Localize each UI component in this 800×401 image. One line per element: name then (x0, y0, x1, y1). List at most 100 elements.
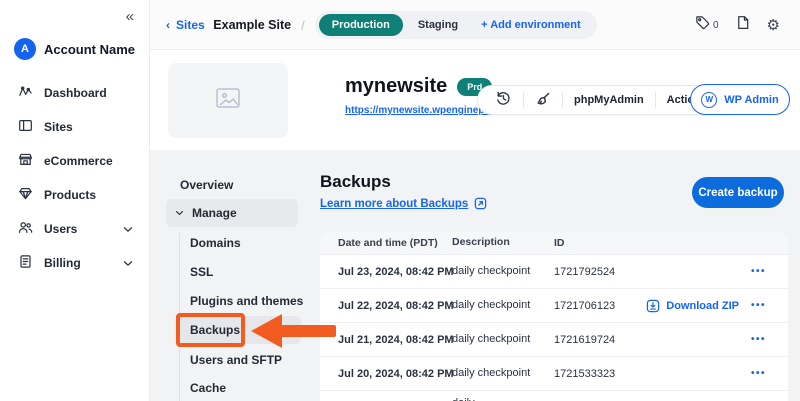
site-title: mynewsite (345, 75, 447, 98)
backup-date: Jul 21, 2024, 08:42 PM (320, 334, 452, 346)
account-name: Account Name (44, 42, 135, 57)
subnav-item-users-sftp[interactable]: Users and SFTP (190, 353, 282, 367)
notes-button[interactable] (736, 15, 750, 35)
more-menu-icon[interactable]: ••• (751, 334, 766, 345)
env-tab-staging[interactable]: Staging (405, 14, 471, 36)
history-restore-icon (495, 90, 512, 110)
topbar: ‹ Sites Example Site / Production Stagin… (150, 0, 800, 50)
environment-switcher: Production Staging + Add environment (315, 11, 597, 39)
table-row: Jul 21, 2024, 08:42 PM daily checkpoint … (320, 323, 788, 357)
backup-description: daily (452, 397, 554, 401)
backup-id: 1721792524 (554, 266, 751, 278)
page-title: Backups (320, 172, 391, 192)
sidebar-item-label: eCommerce (44, 154, 113, 168)
learn-more-label: Learn more about Backups (320, 198, 468, 210)
learn-more-link[interactable]: Learn more about Backups (320, 197, 487, 210)
sidebar-item-label: Billing (44, 256, 81, 270)
site-header: mynewsite Prd https://mynewsite.wpengine… (150, 50, 800, 150)
main-content: Overview Manage Domains SSL Plugins and … (150, 150, 800, 401)
subnav-item-manage[interactable]: Manage (166, 199, 298, 227)
breadcrumb-separator: / (301, 18, 305, 33)
wp-admin-label: WP Admin (724, 94, 778, 106)
table-header: Date and time (PDT) Description ID (320, 232, 788, 255)
subnav-item-overview[interactable]: Overview (180, 178, 233, 192)
phpmyadmin-label: phpMyAdmin (574, 94, 644, 106)
sites-icon (18, 118, 33, 136)
backup-id: 1721533323 (554, 368, 751, 380)
clear-cache-button[interactable] (524, 86, 562, 114)
subnav-item-cache[interactable]: Cache (190, 381, 226, 395)
subnav-item-plugins-themes[interactable]: Plugins and themes (190, 294, 303, 308)
external-link-icon (474, 197, 487, 210)
sidebar-nav: Dashboard Sites eCommerce Products Users (0, 76, 149, 280)
billing-icon (18, 254, 33, 272)
chevron-down-icon (123, 260, 133, 267)
settings-button[interactable]: ⚙ (767, 18, 780, 33)
column-header-date: Date and time (PDT) (320, 237, 452, 249)
wpengine-portal-screen: « A Account Name Dashboard Sites eCommer… (0, 0, 800, 401)
wordpress-logo-icon: W (701, 92, 717, 108)
table-row: Jul 20, 2024, 08:42 PM daily checkpoint … (320, 357, 788, 391)
sidebar-item-ecommerce[interactable]: eCommerce (0, 144, 149, 178)
subnav-item-domains[interactable]: Domains (190, 236, 241, 250)
sidebar-item-products[interactable]: Products (0, 178, 149, 212)
breadcrumb-site-name: Example Site (213, 18, 291, 32)
account-switcher[interactable]: A Account Name (14, 38, 135, 60)
backup-description: daily checkpoint (452, 299, 554, 313)
sidebar-item-billing[interactable]: Billing (0, 246, 149, 280)
sidebar-item-users[interactable]: Users (0, 212, 149, 246)
table-row-partial: daily (320, 391, 788, 401)
backup-date: Jul 23, 2024, 08:42 PM (320, 266, 452, 278)
sidebar-item-label: Sites (44, 120, 73, 134)
backup-description: daily checkpoint (452, 333, 554, 347)
tags-button[interactable]: 0 (695, 15, 719, 35)
chevron-down-icon (123, 226, 133, 233)
add-environment-button[interactable]: + Add environment (473, 14, 593, 36)
more-menu-icon[interactable]: ••• (751, 368, 766, 379)
more-menu-icon[interactable]: ••• (751, 266, 766, 277)
backup-description: daily checkpoint (452, 265, 554, 279)
gem-icon (18, 186, 33, 204)
broom-icon (535, 91, 551, 110)
dashboard-icon (18, 84, 33, 102)
chevron-down-icon (175, 210, 184, 216)
tag-count: 0 (713, 20, 719, 31)
site-thumbnail-placeholder (168, 63, 288, 138)
sidebar-item-label: Users (44, 222, 77, 236)
table-row: Jul 22, 2024, 08:42 PM daily checkpoint … (320, 289, 788, 323)
sidebar-collapse-icon[interactable]: « (126, 8, 135, 25)
column-header-id: ID (554, 237, 788, 249)
column-header-description: Description (452, 236, 554, 249)
subnav-item-backups[interactable]: Backups (190, 323, 240, 337)
backup-restore-button[interactable] (484, 86, 523, 114)
phpmyadmin-button[interactable]: phpMyAdmin (563, 86, 655, 114)
backup-description: daily checkpoint (452, 367, 554, 381)
sidebar: « A Account Name Dashboard Sites eCommer… (0, 0, 150, 401)
subnav-item-ssl[interactable]: SSL (190, 265, 213, 279)
image-placeholder-icon (215, 87, 241, 114)
download-zip-label: Download ZIP (666, 300, 739, 312)
backup-date: Jul 20, 2024, 08:42 PM (320, 368, 452, 380)
subnav-item-label: Manage (192, 206, 237, 220)
users-icon (18, 220, 33, 238)
backup-id: 1721706123 (554, 300, 646, 312)
backup-id: 1721619724 (554, 334, 751, 346)
account-avatar: A (14, 38, 36, 60)
document-icon (736, 15, 750, 35)
download-zip-button[interactable]: Download ZIP (646, 299, 739, 313)
create-backup-button[interactable]: Create backup (692, 177, 784, 208)
breadcrumb: Example Site / Production Staging + Add … (150, 0, 660, 50)
gear-icon: ⚙ (767, 18, 780, 33)
download-icon (646, 299, 660, 313)
more-menu-icon[interactable]: ••• (751, 300, 766, 311)
env-tab-production[interactable]: Production (319, 14, 403, 36)
storefront-icon (18, 152, 33, 170)
backups-table: Date and time (PDT) Description ID Jul 2… (320, 232, 788, 401)
sidebar-item-dashboard[interactable]: Dashboard (0, 76, 149, 110)
sidebar-item-label: Dashboard (44, 86, 107, 100)
tag-icon (695, 15, 710, 35)
wp-admin-button[interactable]: W WP Admin (690, 84, 790, 115)
backup-date: Jul 22, 2024, 08:42 PM (320, 300, 452, 312)
sidebar-item-sites[interactable]: Sites (0, 110, 149, 144)
sidebar-item-label: Products (44, 188, 96, 202)
